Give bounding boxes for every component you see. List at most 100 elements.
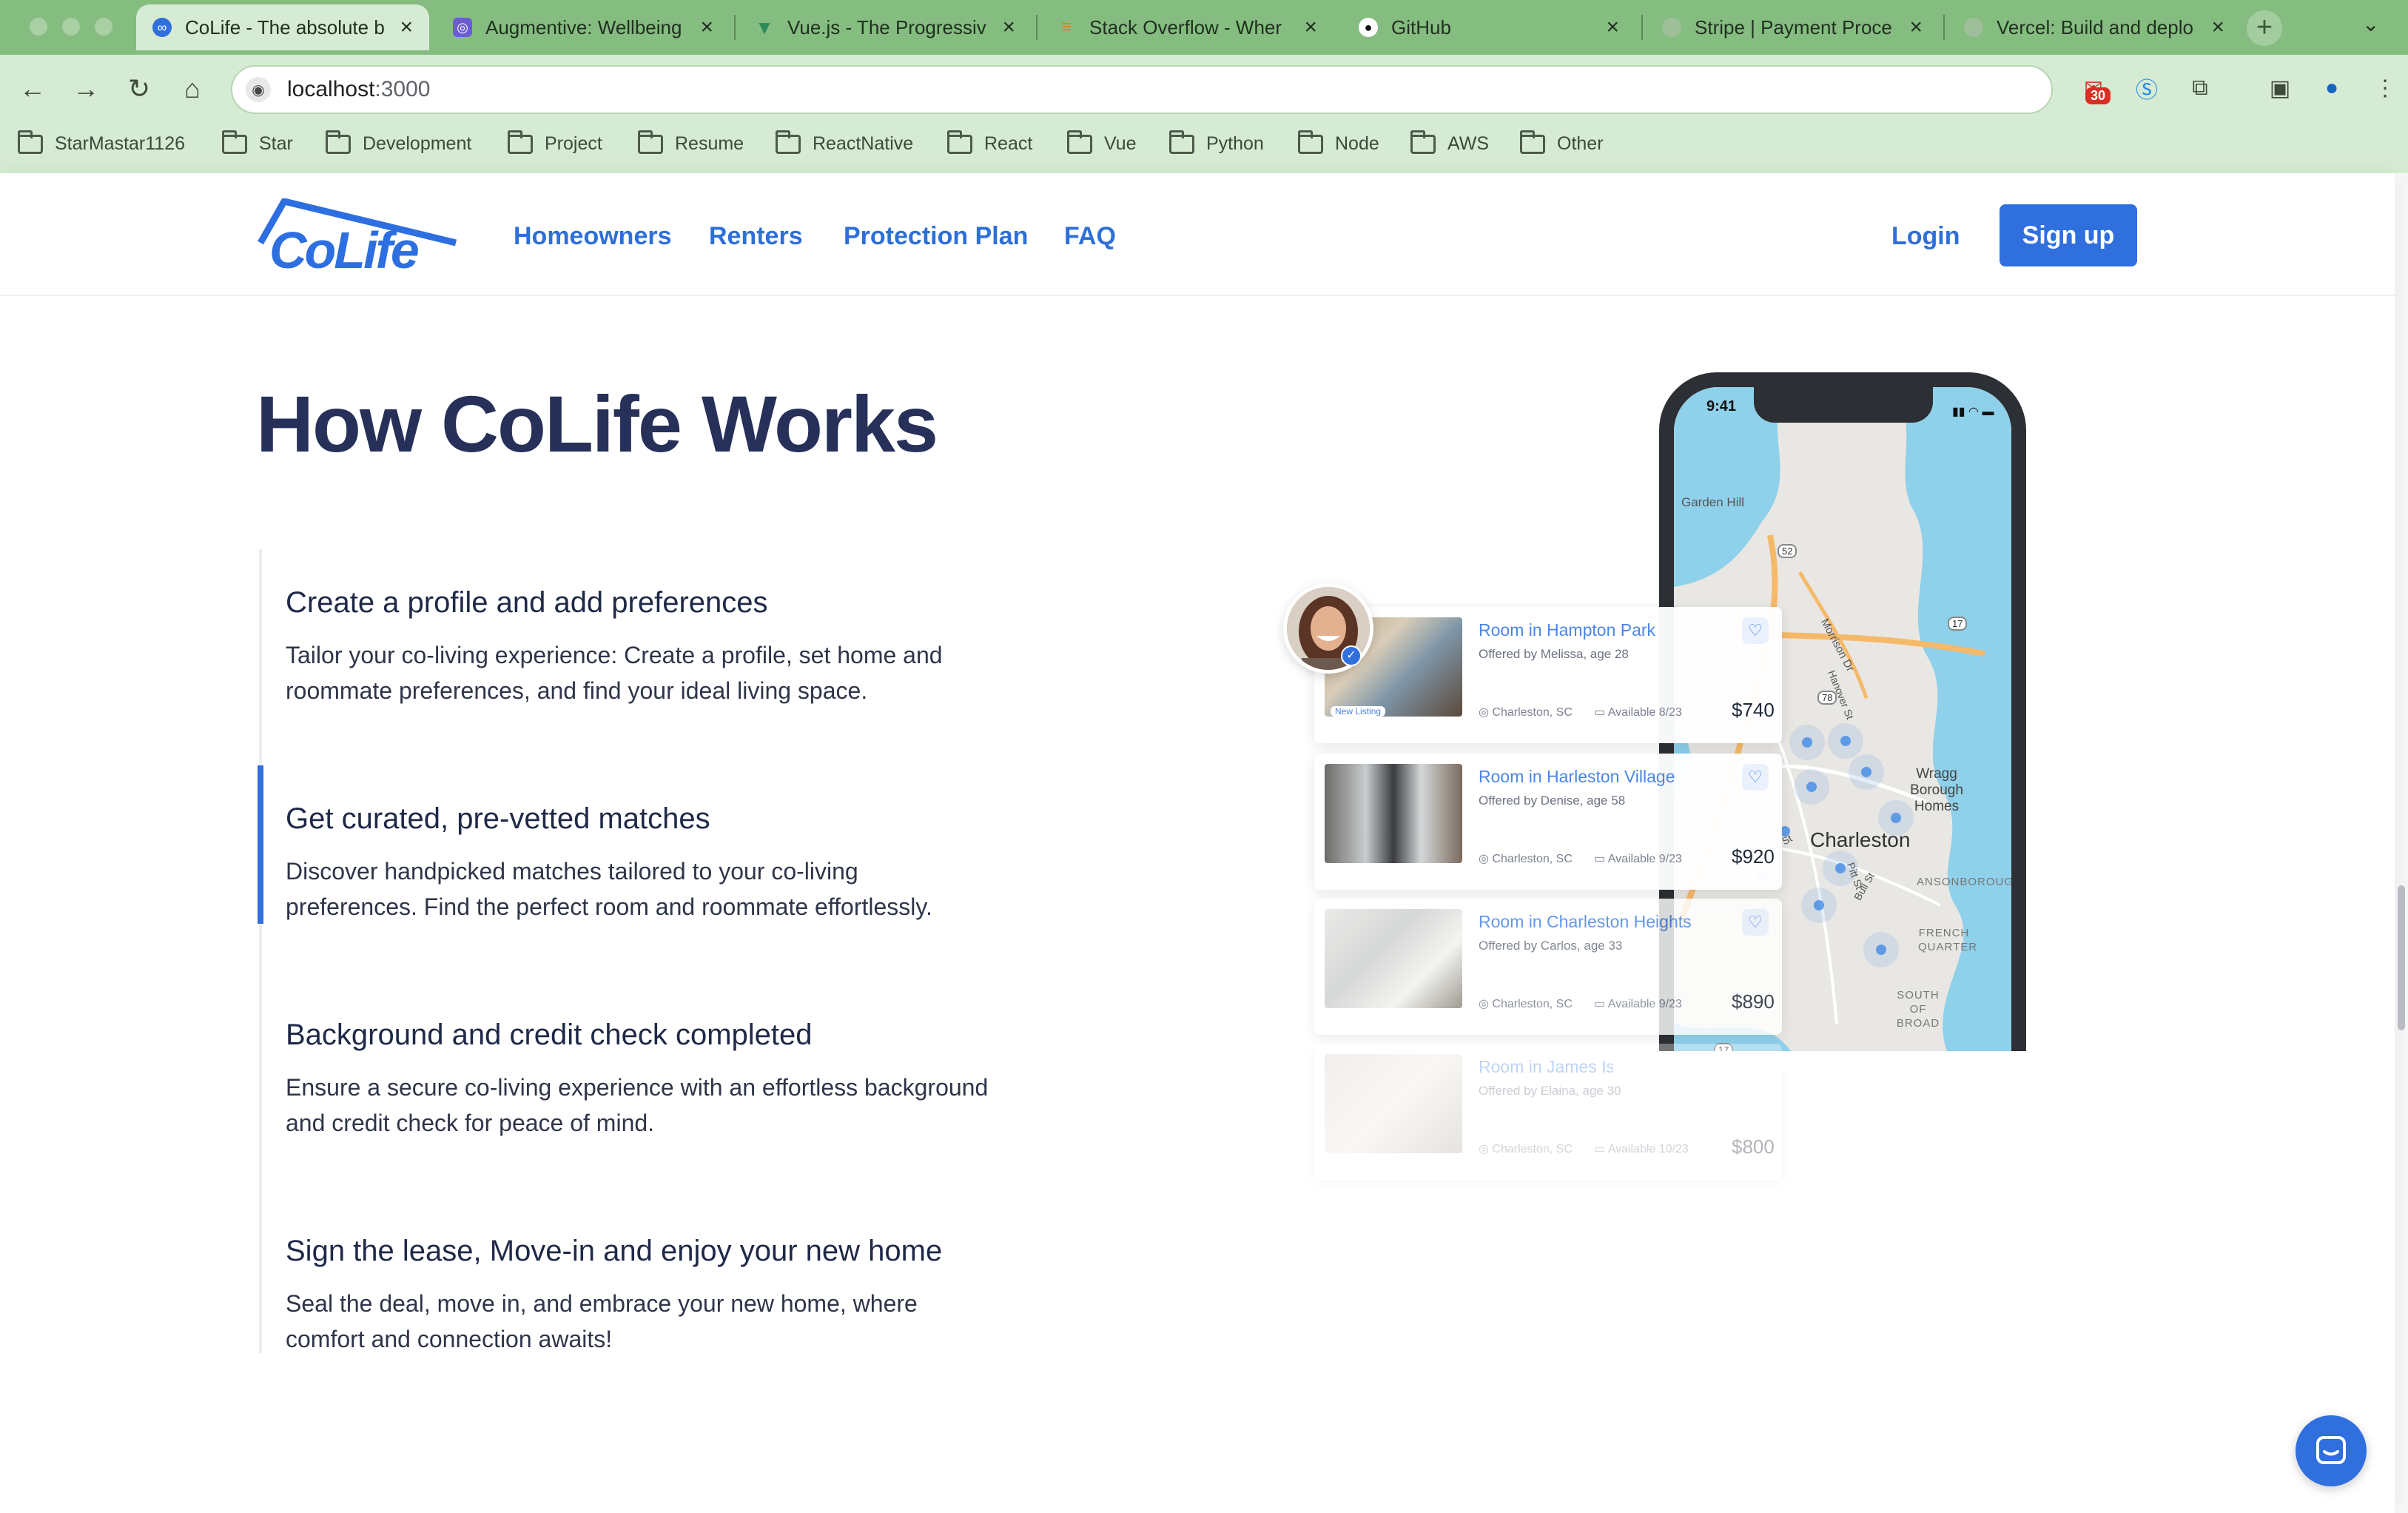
nav-faq-link[interactable]: FAQ: [1064, 222, 1116, 251]
section-title: How CoLife Works: [256, 379, 938, 469]
tab-github[interactable]: ● GitHub ×: [1342, 4, 1635, 50]
listing-price: $920: [1732, 845, 1775, 868]
close-tab-icon[interactable]: ×: [400, 15, 413, 40]
close-tab-icon[interactable]: ×: [1909, 15, 1923, 40]
login-link[interactable]: Login: [1891, 222, 1960, 251]
map-label: ANSONBOROUGH: [1917, 876, 2011, 888]
listing-card[interactable]: New Listing Room in Hampton Park Offered…: [1314, 607, 1782, 743]
side-panel-icon[interactable]: ▣: [2263, 71, 2297, 105]
forward-arrow-icon[interactable]: →: [68, 71, 104, 107]
listing-title: Room in Harleston Village: [1479, 767, 1675, 786]
window-zoom-button[interactable]: [95, 18, 112, 36]
bookmark-folder[interactable]: Development: [326, 130, 471, 155]
home-icon[interactable]: ⌂: [175, 71, 210, 107]
chat-bubble-icon: [2316, 1436, 2346, 1464]
map-label: FRENCH QUARTER: [1918, 927, 1978, 953]
bookmark-folder[interactable]: Vue: [1067, 130, 1137, 155]
bookmark-folder[interactable]: StarMastar1126: [18, 130, 185, 155]
step-3[interactable]: Background and credit check completed En…: [286, 1019, 996, 1141]
bookmark-folder[interactable]: Project: [508, 130, 602, 155]
bookmark-folder[interactable]: Node: [1298, 130, 1379, 155]
step-description: Seal the deal, move in, and embrace your…: [286, 1290, 918, 1352]
listing-card[interactable]: Room in Charleston Heights Offered by Ca…: [1314, 899, 1782, 1035]
tab-colife[interactable]: ∞ CoLife - The absolute b ×: [136, 4, 429, 50]
tab-separator: [1943, 15, 1945, 40]
tab-vercel[interactable]: Vercel: Build and deplo ×: [1948, 4, 2241, 50]
window-close-button[interactable]: [30, 18, 47, 36]
tab-stackoverflow[interactable]: ≡ Stack Overflow - Wher ×: [1040, 4, 1334, 50]
browser-menu-icon[interactable]: ⋮: [2368, 71, 2402, 105]
step-1[interactable]: Create a profile and add preferences Tai…: [286, 586, 996, 708]
vue-icon: ▼: [755, 16, 774, 38]
bookmark-folder[interactable]: Other: [1520, 130, 1604, 155]
page-scrollbar-thumb[interactable]: [2398, 885, 2405, 1030]
page-content: CoLife Homeowners Renters Protection Pla…: [0, 173, 2395, 1513]
favorite-heart-icon[interactable]: ♡: [1742, 617, 1769, 644]
road-shield-icon: 17: [1948, 617, 1968, 631]
nav-homeowners-link[interactable]: Homeowners: [514, 222, 672, 251]
tab-stripe[interactable]: Stripe | Payment Proce ×: [1646, 4, 1939, 50]
close-tab-icon[interactable]: ×: [700, 15, 713, 40]
window-minimize-button[interactable]: [62, 18, 80, 36]
active-step-indicator: [258, 765, 263, 924]
bookmark-folder[interactable]: Resume: [638, 130, 744, 155]
step-4[interactable]: Sign the lease, Move-in and enjoy your n…: [286, 1235, 996, 1357]
listing-location: ◎ Charleston, SC: [1479, 706, 1573, 719]
nav-renters-link[interactable]: Renters: [709, 222, 803, 251]
listing-photo: [1325, 909, 1462, 1008]
close-tab-icon[interactable]: ×: [1606, 15, 1619, 40]
bookmark-folder[interactable]: Python: [1169, 130, 1264, 155]
road-shield-icon: 52: [1778, 544, 1797, 558]
github-icon: ●: [1359, 18, 1378, 37]
verified-check-icon: ✓: [1341, 645, 1362, 666]
back-arrow-icon[interactable]: ←: [15, 71, 50, 107]
bookmark-folder[interactable]: Star: [222, 130, 293, 155]
reload-icon[interactable]: ↻: [121, 71, 157, 107]
new-tab-button[interactable]: +: [2247, 10, 2282, 46]
step-title: Background and credit check completed: [286, 1019, 813, 1051]
step-2[interactable]: Get curated, pre-vetted matches Discover…: [286, 802, 996, 925]
listing-card[interactable]: Room in Harleston Village Offered by Den…: [1314, 754, 1782, 890]
bookmark-folder[interactable]: ReactNative: [776, 130, 913, 155]
step-title: Get curated, pre-vetted matches: [286, 802, 710, 835]
new-listing-tag: New Listing: [1331, 706, 1386, 717]
bookmark-folder[interactable]: React: [947, 130, 1032, 155]
tab-search-chevron-icon[interactable]: ⌄: [2362, 12, 2379, 36]
listing-price: $740: [1732, 699, 1775, 721]
map-label: Garden Hill: [1681, 495, 1745, 509]
listing-offered-by: Offered by Denise, age 58: [1479, 794, 1626, 808]
extensions-puzzle-icon[interactable]: ⧉: [2183, 71, 2217, 105]
close-tab-icon[interactable]: ×: [1304, 15, 1317, 40]
step-title: Create a profile and add preferences: [286, 586, 768, 619]
folder-icon: [1298, 130, 1323, 154]
listing-offered-by: Offered by Carlos, age 33: [1479, 939, 1623, 953]
close-tab-icon[interactable]: ×: [2211, 15, 2224, 40]
steps-rail: [259, 549, 262, 1353]
stripe-icon: [1662, 18, 1681, 37]
profile-avatar-icon[interactable]: ●: [2315, 71, 2349, 105]
page-viewport: CoLife Homeowners Renters Protection Pla…: [0, 173, 2408, 1513]
nav-protection-plan-link[interactable]: Protection Plan: [844, 222, 1028, 251]
phone-status-icons: ▮▮ ◠ ▬: [1952, 406, 1994, 418]
close-tab-icon[interactable]: ×: [1002, 15, 1015, 40]
folder-icon: [508, 130, 533, 154]
colife-logo-text[interactable]: CoLife: [269, 221, 420, 280]
tab-augmentive[interactable]: ◎ Augmentive: Wellbeing ×: [437, 4, 730, 50]
site-header: CoLife Homeowners Renters Protection Pla…: [0, 173, 2395, 296]
favorite-heart-icon[interactable]: ♡: [1742, 909, 1769, 936]
listing-price: $890: [1732, 990, 1775, 1013]
tab-separator: [1641, 15, 1643, 40]
s-extension-icon[interactable]: Ⓢ: [2130, 71, 2164, 105]
site-info-icon[interactable]: ◉: [246, 77, 271, 102]
signup-button[interactable]: Sign up: [2000, 204, 2137, 266]
illustration-fade: [1613, 1051, 2072, 1073]
listing-location: ◎ Charleston, SC: [1479, 853, 1573, 865]
chat-widget-button[interactable]: [2296, 1415, 2367, 1486]
favorite-heart-icon[interactable]: ♡: [1742, 764, 1769, 791]
tab-vue[interactable]: ▼ Vue.js - The Progressiv ×: [739, 4, 1032, 50]
bookmark-folder[interactable]: AWS: [1410, 130, 1489, 155]
address-bar[interactable]: ◉ localhost:3000: [231, 65, 2053, 114]
tab-separator: [734, 15, 736, 40]
folder-icon: [776, 130, 801, 154]
folder-icon: [638, 130, 663, 154]
